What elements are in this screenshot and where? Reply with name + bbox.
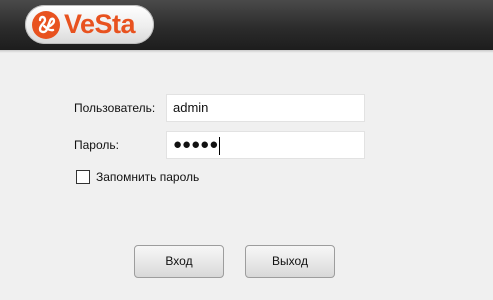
exit-button[interactable]: Выход bbox=[245, 245, 335, 278]
login-button[interactable]: Вход bbox=[134, 245, 224, 278]
remember-password-label[interactable]: Запомнить пароль bbox=[96, 170, 199, 184]
password-label: Пароль: bbox=[74, 138, 119, 152]
remember-password-checkbox[interactable] bbox=[76, 170, 90, 184]
username-input[interactable]: admin bbox=[166, 94, 365, 122]
text-caret bbox=[219, 136, 221, 155]
login-button-label: Вход bbox=[165, 254, 193, 268]
username-value: admin bbox=[173, 100, 209, 115]
header-divider bbox=[0, 50, 493, 53]
exit-button-label: Выход bbox=[272, 254, 308, 268]
password-input[interactable]: ●●●●● bbox=[166, 131, 365, 159]
username-label: Пользователь: bbox=[74, 101, 156, 115]
logo-mark-icon bbox=[32, 11, 60, 39]
vesta-logo: VeSta bbox=[25, 5, 154, 44]
app-header: VeSta bbox=[0, 0, 493, 50]
logo-text: VeSta bbox=[64, 9, 136, 39]
password-value: ●●●●● bbox=[173, 136, 219, 153]
